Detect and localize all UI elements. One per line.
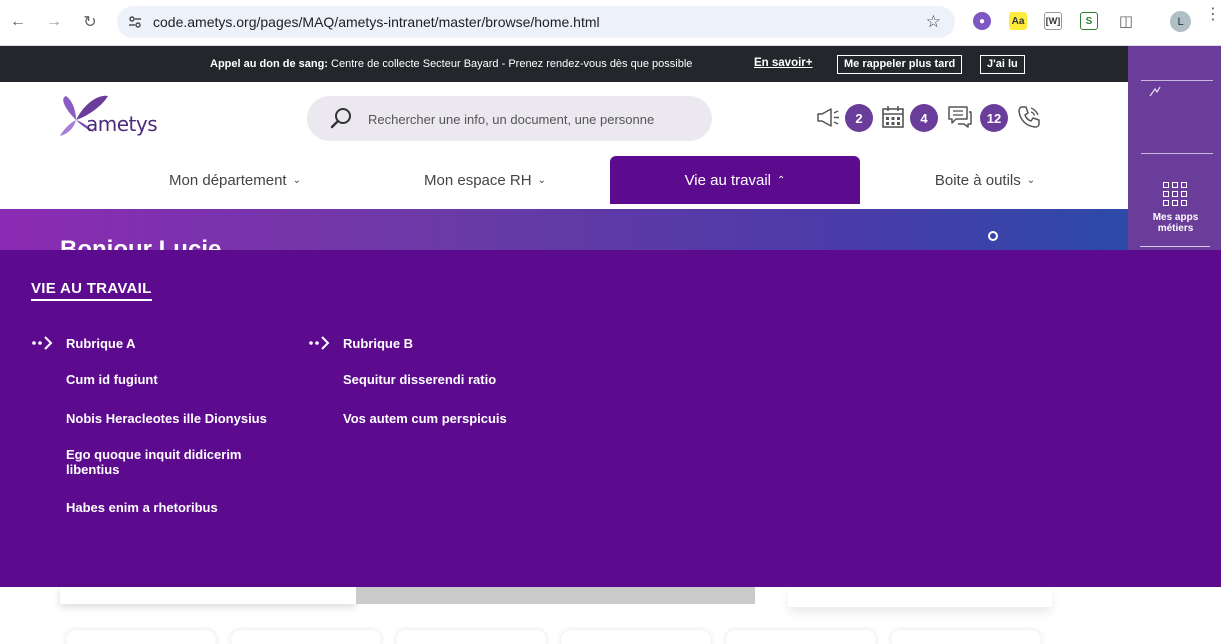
carousel-dot[interactable] [988, 231, 998, 241]
menu-link[interactable]: Ego quoque inquit didicerim libentius [66, 447, 266, 477]
puzzle-icon[interactable]: ◫ [1117, 12, 1135, 30]
menu-column-b: Rubrique B Sequitur disserendi ratio Vos… [308, 333, 548, 426]
calendar-icon[interactable] [880, 104, 906, 130]
menu-link[interactable]: Habes enim a rhetoribus [66, 500, 286, 515]
content-image-placeholder [356, 587, 755, 604]
search-bar[interactable]: Rechercher une info, un document, une pe… [307, 96, 712, 141]
url-text[interactable]: code.ametys.org/pages/MAQ/ametys-intrane… [153, 14, 600, 30]
menu-column-a: Rubrique A Cum id fugiunt Nobis Heracleo… [31, 333, 271, 515]
apps-sidebar: Mes apps métiers [1128, 46, 1221, 250]
nav-mon-espace-rh[interactable]: Mon espace RH ⌄ [380, 156, 590, 204]
nav-label: Boite à outils [934, 171, 1021, 189]
content-widget [788, 587, 1052, 607]
chevron-up-icon: ⌃ [777, 174, 786, 186]
nav-boite-a-outils[interactable]: Boite à outils ⌄ [880, 156, 1090, 204]
nav-mon-departement[interactable]: Mon département ⌄ [130, 156, 340, 204]
address-bar[interactable]: code.ametys.org/pages/MAQ/ametys-intrane… [117, 6, 955, 38]
messages-badge[interactable]: 12 [980, 104, 1008, 132]
bookmark-star-icon[interactable]: ☆ [926, 12, 941, 32]
chevron-down-icon: ⌄ [292, 174, 301, 186]
remind-later-button[interactable]: Me rappeler plus tard [837, 55, 963, 74]
megaphone-icon[interactable] [815, 104, 841, 130]
profile-avatar[interactable]: L [1170, 11, 1191, 32]
announcement-banner: Appel au don de sang: Centre de collecte… [0, 46, 1128, 82]
hero-banner: Bonjour Lucie [0, 209, 1128, 250]
shortcut-card[interactable] [66, 630, 216, 644]
search-icon [330, 108, 351, 129]
banner-message: Appel au don de sang: Centre de collecte… [210, 58, 693, 70]
rubrique-b-link[interactable]: Rubrique B [308, 333, 548, 353]
shortcut-card[interactable] [231, 630, 381, 644]
nav-vie-au-travail[interactable]: Vie au travail ⌃ [610, 156, 860, 204]
logo-text: ametys [86, 112, 158, 136]
browser-toolbar: ← → ↻ code.ametys.org/pages/MAQ/ametys-i… [0, 0, 1221, 46]
shortcut-card[interactable] [396, 630, 546, 644]
ext-aa-icon[interactable]: Aa [1009, 12, 1027, 30]
shortcut-card[interactable] [726, 630, 876, 644]
dismiss-button[interactable]: J'ai lu [980, 55, 1025, 74]
menu-link[interactable]: Cum id fugiunt [66, 372, 286, 387]
reload-icon[interactable]: ↻ [79, 11, 101, 33]
chevron-down-icon: ⌄ [537, 174, 546, 186]
phone-icon[interactable] [1016, 104, 1042, 130]
menu-link[interactable]: Nobis Heracleotes ille Dionysius [66, 411, 286, 426]
divider [1140, 246, 1210, 247]
ext-purple-icon[interactable]: ● [973, 12, 991, 30]
rubrique-b-label: Rubrique B [343, 335, 414, 351]
mega-menu: VIE AU TRAVAIL Rubrique A Cum id fugiunt… [0, 250, 1221, 587]
apps-grid-icon[interactable] [1163, 182, 1187, 206]
back-icon[interactable]: ← [7, 11, 29, 33]
dotted-arrow-icon [32, 336, 53, 350]
user-avatar[interactable] [1141, 80, 1213, 154]
forward-icon[interactable]: → [43, 11, 65, 33]
calendar-badge[interactable]: 4 [910, 104, 938, 132]
content-card [60, 587, 356, 604]
ext-s-icon[interactable]: S [1080, 12, 1098, 30]
mega-menu-title[interactable]: VIE AU TRAVAIL [31, 280, 152, 301]
nav-label: Mon département [169, 171, 287, 189]
site-info-icon[interactable] [127, 14, 143, 30]
banner-more-link[interactable]: En savoir+ [754, 57, 813, 69]
chevron-down-icon: ⌄ [1026, 174, 1036, 186]
greeting-title: Bonjour Lucie [60, 236, 222, 250]
messages-icon[interactable] [947, 104, 973, 130]
shortcut-card[interactable] [561, 630, 711, 644]
nav-label: Vie au travail [684, 171, 772, 189]
search-input[interactable]: Rechercher une info, un document, une pe… [368, 112, 654, 127]
ext-hw-icon[interactable]: [W] [1044, 12, 1062, 30]
rubrique-a-label: Rubrique A [66, 335, 136, 351]
menu-link[interactable]: Vos autem cum perspicuis [343, 411, 563, 426]
rubrique-a-link[interactable]: Rubrique A [31, 333, 271, 353]
dotted-arrow-icon [309, 336, 330, 350]
my-apps-label[interactable]: Mes apps métiers [1128, 212, 1221, 234]
menu-link[interactable]: Sequitur disserendi ratio [343, 372, 563, 387]
browser-menu-icon[interactable]: ⋮ [1205, 7, 1221, 23]
announcements-badge[interactable]: 2 [845, 104, 873, 132]
shortcut-card[interactable] [891, 630, 1041, 644]
broken-image-icon [1149, 86, 1161, 97]
nav-label: Mon espace RH [424, 171, 532, 189]
